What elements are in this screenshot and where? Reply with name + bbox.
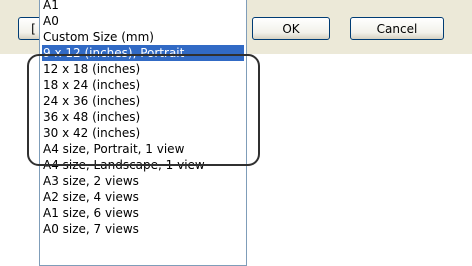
dropdown-option[interactable]: 12 x 18 (inches): [42, 61, 244, 77]
cancel-button[interactable]: Cancel: [350, 17, 444, 40]
dropdown-option[interactable]: A4 size, Portrait, 1 view: [42, 141, 244, 157]
dropdown-option[interactable]: A4 size, Landscape, 1 view: [42, 157, 244, 173]
dropdown-option[interactable]: 24 x 36 (inches): [42, 93, 244, 109]
dropdown-option[interactable]: A3 size, 2 views: [42, 173, 244, 189]
dropdown-option[interactable]: A2 size, 4 views: [42, 189, 244, 205]
dropdown-option[interactable]: 30 x 42 (inches): [42, 125, 244, 141]
dropdown-option[interactable]: A1 size, 6 views: [42, 205, 244, 221]
dropdown-option[interactable]: A0 size, 7 views: [42, 221, 244, 237]
dropdown-option[interactable]: 36 x 48 (inches): [42, 109, 244, 125]
dropdown-option[interactable]: 9 x 12 (inches), Portrait: [42, 45, 244, 61]
dropdown-option[interactable]: Custom Size (mm): [42, 29, 244, 45]
ok-button[interactable]: OK: [252, 17, 330, 40]
paper-size-dropdown-list[interactable]: A1 A0 Custom Size (mm) 9 x 12 (inches), Por…: [39, 0, 247, 266]
dropdown-option[interactable]: A0: [42, 13, 244, 29]
dropdown-option[interactable]: 18 x 24 (inches): [42, 77, 244, 93]
dropdown-option[interactable]: A1: [42, 0, 244, 13]
